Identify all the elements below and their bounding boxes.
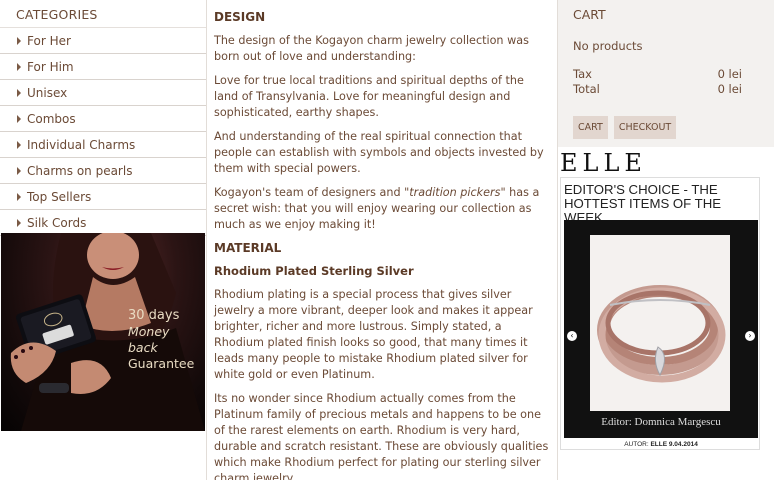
chevron-right-icon xyxy=(17,36,21,45)
design-heading: DESIGN xyxy=(214,10,266,24)
design-paragraph-1: The design of the Kogayon charm jewelry … xyxy=(214,34,529,63)
elle-slide: ‹ › Editor: Domnica Margescu xyxy=(564,220,758,438)
chevron-right-icon xyxy=(17,166,21,175)
category-label: For Her xyxy=(27,33,71,48)
category-label: Top Sellers xyxy=(27,189,92,204)
left-column: CATEGORIES For Her For Him Unisex Combos… xyxy=(0,0,206,480)
elle-feature[interactable]: ELLE EDITOR'S CHOICE - THE HOTTEST ITEMS… xyxy=(560,150,762,450)
chevron-right-icon xyxy=(17,62,21,71)
categories-title: CATEGORIES xyxy=(16,7,98,22)
elle-caption: Editor: Domnica Margescu xyxy=(601,416,721,428)
category-for-her[interactable]: For Her xyxy=(0,28,206,54)
main-content: DESIGN The design of the Kogayon charm j… xyxy=(206,0,558,480)
category-for-him[interactable]: For Him xyxy=(0,54,206,80)
elle-slider: EDITOR'S CHOICE - THE HOTTEST ITEMS OF T… xyxy=(560,177,760,450)
chevron-right-icon xyxy=(17,192,21,201)
material-heading: MATERIAL xyxy=(214,241,282,255)
author-date: 9.04.2014 xyxy=(668,441,698,448)
guarantee-line-2: Money back xyxy=(128,324,170,355)
total-value: 0 lei xyxy=(717,82,742,96)
category-label: Silk Cords xyxy=(27,215,87,230)
material-paragraph-1: Rhodium plating is a special process tha… xyxy=(214,288,533,381)
tax-value: 0 lei xyxy=(717,67,742,81)
cart-button[interactable]: CART xyxy=(573,116,608,139)
tradition-pickers-emphasis: "tradition pickers" xyxy=(404,186,506,199)
material-paragraph-2: Its no wonder since Rhodium actually com… xyxy=(214,392,549,480)
elle-author-line: AUTOR: ELLE 9.04.2014 xyxy=(561,441,761,448)
guarantee-line-1: 30 days xyxy=(128,308,180,323)
category-label: Charms on pearls xyxy=(27,163,133,178)
silk-cord-bracelet-illustration xyxy=(597,285,726,383)
material-subheading: Rhodium Plated Sterling Silver xyxy=(214,264,414,278)
cart-total-row: Total 0 lei xyxy=(573,82,762,97)
category-label: Unisex xyxy=(27,85,68,100)
checkout-button[interactable]: CHECKOUT xyxy=(613,116,677,139)
elle-logo: ELLE xyxy=(560,149,647,177)
cart-title: CART xyxy=(573,7,606,22)
chevron-right-icon xyxy=(17,218,21,227)
guarantee-line-3: Guarantee xyxy=(128,356,195,371)
category-label: For Him xyxy=(27,59,74,74)
chevron-right-icon xyxy=(17,88,21,97)
cart-tax-row: Tax 0 lei xyxy=(573,67,762,82)
design-paragraph-2: Love for true local traditions and spiri… xyxy=(214,74,524,119)
cart-panel: CART No products Tax 0 lei Total 0 lei C… xyxy=(558,0,774,147)
guarantee-text: 30 days Money back Guarantee xyxy=(128,308,202,372)
author-prefix: AUTOR: xyxy=(624,441,649,448)
bracelet-image xyxy=(590,235,730,411)
category-individual-charms[interactable]: Individual Charms xyxy=(0,132,206,158)
category-unisex[interactable]: Unisex xyxy=(0,80,206,106)
category-label: Combos xyxy=(27,111,76,126)
right-column: CART No products Tax 0 lei Total 0 lei C… xyxy=(558,0,774,480)
slider-next-button[interactable]: › xyxy=(745,331,755,341)
cart-empty-message: No products xyxy=(573,39,643,53)
categories-list: For Her For Him Unisex Combos Individual… xyxy=(0,27,206,236)
paragraph-4-start: Kogayon's team of designers and xyxy=(214,186,405,199)
category-combos[interactable]: Combos xyxy=(0,106,206,132)
design-paragraph-3: And understanding of the real spiritual … xyxy=(214,130,544,175)
total-label: Total xyxy=(573,82,600,96)
category-charms-on-pearls[interactable]: Charms on pearls xyxy=(0,158,206,184)
chevron-right-icon xyxy=(17,114,21,123)
design-paragraph-4: Kogayon's team of designers and "traditi… xyxy=(214,185,551,233)
cart-buttons: CART CHECKOUT xyxy=(573,116,762,139)
elle-headline: EDITOR'S CHOICE - THE HOTTEST ITEMS OF T… xyxy=(564,182,722,225)
slider-prev-button[interactable]: ‹ xyxy=(567,331,577,341)
tax-label: Tax xyxy=(573,67,592,81)
chevron-right-icon xyxy=(17,140,21,149)
category-label: Individual Charms xyxy=(27,137,136,152)
category-top-sellers[interactable]: Top Sellers xyxy=(0,184,206,210)
author-name: ELLE xyxy=(650,441,668,448)
